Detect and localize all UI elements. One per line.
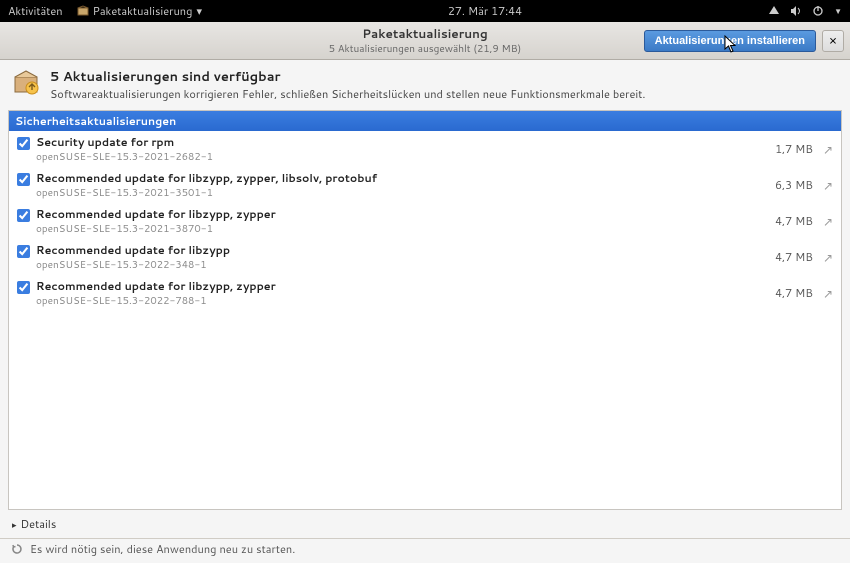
update-size: 4,7 MB (775, 249, 813, 265)
update-package: openSUSE-SLE-15.3-2021-3870-1 (36, 222, 769, 236)
app-menu-label: Paketaktualisierung (93, 3, 193, 19)
clock[interactable]: 27. Mär 17:44 (202, 3, 768, 19)
package-icon (77, 5, 89, 17)
footnote-text: Es wird nötig sein, diese Anwendung neu … (30, 541, 295, 557)
update-row[interactable]: Recommended update for libzypp, zypperop… (9, 275, 841, 311)
gnome-topbar: Aktivitäten Paketaktualisierung ▾ 27. Mä… (0, 0, 850, 22)
summary-row: 5 Aktualisierungen sind verfügbar Softwa… (0, 60, 850, 110)
category-header: Sicherheitsaktualisierungen (9, 111, 841, 131)
expand-arrow-icon[interactable]: ↗ (823, 141, 833, 158)
update-package: openSUSE-SLE-15.3-2022-788-1 (36, 294, 769, 308)
update-size: 4,7 MB (775, 213, 813, 229)
update-checkbox[interactable] (17, 173, 30, 186)
window-titlebar: Paketaktualisierung 5 Aktualisierungen a… (0, 22, 850, 60)
summary-heading: 5 Aktualisierungen sind verfügbar (50, 68, 645, 86)
close-button[interactable]: × (822, 30, 844, 52)
update-package: openSUSE-SLE-15.3-2022-348-1 (36, 258, 769, 272)
update-package: openSUSE-SLE-15.3-2021-2682-1 (36, 150, 769, 164)
update-name: Security update for rpm (36, 134, 769, 150)
summary-desc: Softwareaktualisierungen korrigieren Feh… (50, 86, 645, 102)
package-update-icon (12, 68, 40, 96)
chevron-right-icon: ▸ (12, 518, 17, 531)
update-checkbox[interactable] (17, 209, 30, 222)
expand-arrow-icon[interactable]: ↗ (823, 249, 833, 266)
update-name: Recommended update for libzypp (36, 242, 769, 258)
update-name: Recommended update for libzypp, zypper (36, 278, 769, 294)
expand-arrow-icon[interactable]: ↗ (823, 177, 833, 194)
update-row[interactable]: Recommended update for libzypp, zypper, … (9, 167, 841, 203)
update-size: 4,7 MB (775, 285, 813, 301)
update-row[interactable]: Recommended update for libzyppopenSUSE-S… (9, 239, 841, 275)
update-size: 6,3 MB (775, 177, 813, 193)
power-icon[interactable] (812, 5, 824, 17)
update-name: Recommended update for libzypp, zypper (36, 206, 769, 222)
install-updates-button[interactable]: Aktualisierungen installieren (644, 30, 816, 52)
app-menu[interactable]: Paketaktualisierung ▾ (77, 3, 202, 19)
details-label: Details (21, 516, 57, 532)
volume-icon[interactable] (790, 5, 802, 17)
update-row[interactable]: Security update for rpmopenSUSE-SLE-15.3… (9, 131, 841, 167)
expand-arrow-icon[interactable]: ↗ (823, 213, 833, 230)
expand-arrow-icon[interactable]: ↗ (823, 285, 833, 302)
update-checkbox[interactable] (17, 281, 30, 294)
footnote: Es wird nötig sein, diese Anwendung neu … (0, 539, 850, 563)
update-checkbox[interactable] (17, 245, 30, 258)
update-checkbox[interactable] (17, 137, 30, 150)
update-size: 1,7 MB (775, 141, 813, 157)
update-row[interactable]: Recommended update for libzypp, zypperop… (9, 203, 841, 239)
update-package: openSUSE-SLE-15.3-2021-3501-1 (36, 186, 769, 200)
restart-icon (10, 542, 24, 556)
updates-list: Sicherheitsaktualisierungen Security upd… (8, 110, 842, 510)
network-icon[interactable] (768, 5, 780, 17)
chevron-down-icon[interactable]: ▼ (834, 5, 842, 17)
update-name: Recommended update for libzypp, zypper, … (36, 170, 769, 186)
activities-button[interactable]: Aktivitäten (8, 3, 63, 19)
details-toggle[interactable]: ▸ Details (0, 510, 850, 538)
